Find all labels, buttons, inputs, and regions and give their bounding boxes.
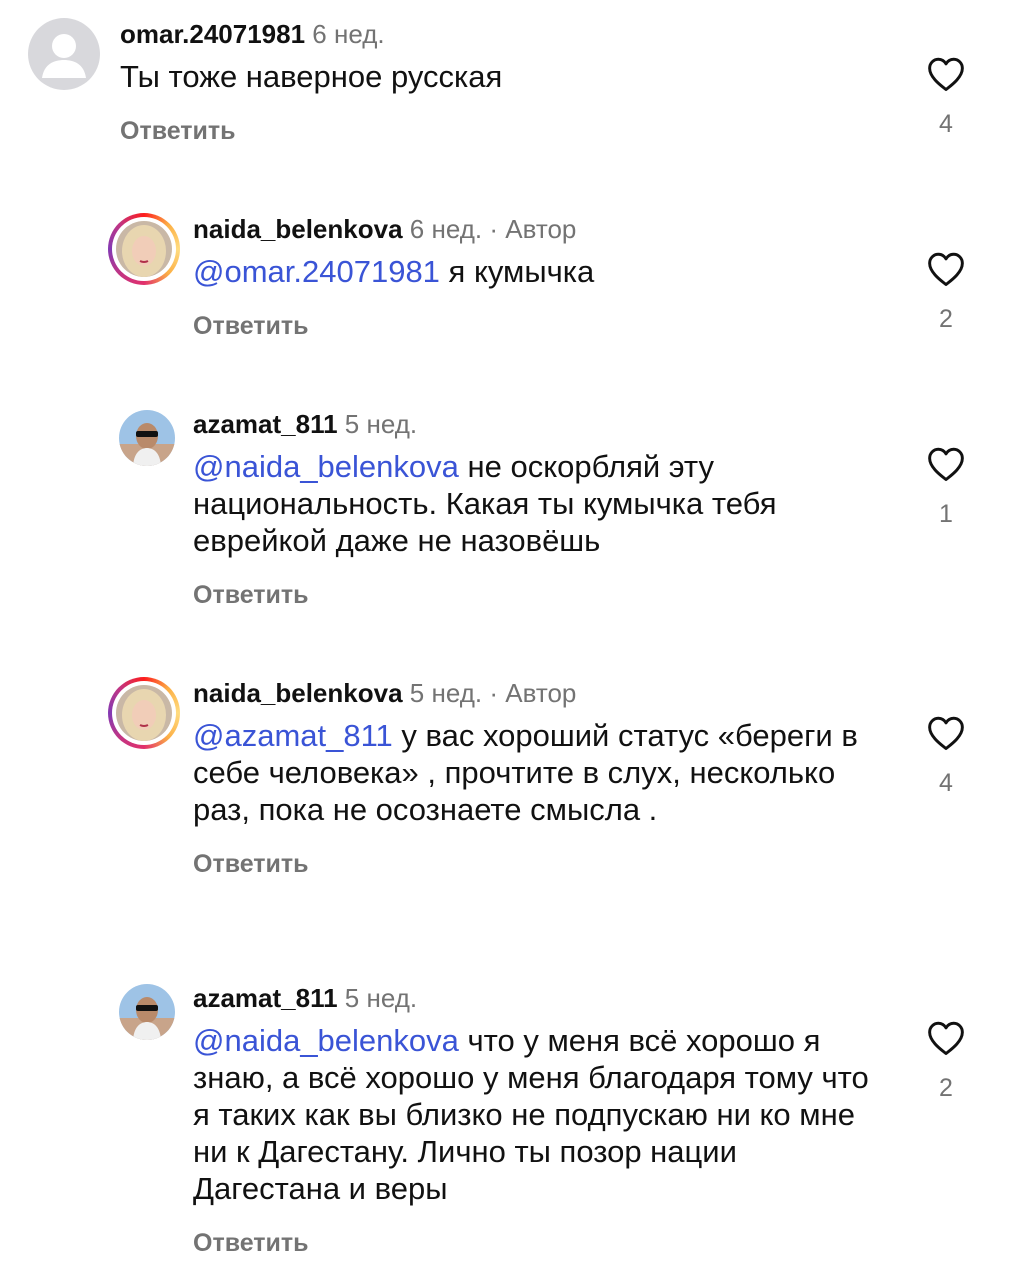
username[interactable]: omar.24071981 [120,19,305,49]
comment-body: naida_belenkova 5 нед. · Автор @azamat_8… [193,677,880,879]
comment-content: я кумычка [439,254,595,289]
comment-body: azamat_811 5 нед. @naida_belenkova что у… [193,982,880,1258]
heart-icon [928,252,964,287]
mention-link[interactable]: @omar.24071981 [193,254,440,289]
separator-dot: · [489,678,499,708]
comment-text: @azamat_811 у вас хороший статус «береги… [193,717,880,828]
timestamp: 5 нед. [344,983,418,1013]
username[interactable]: azamat_811 [193,409,338,439]
like-button[interactable]: 4 [925,56,967,139]
timestamp: 6 нед. [312,19,385,49]
default-avatar-icon [42,34,86,78]
comment-meta: azamat_811 5 нед. [193,982,880,1014]
like-count: 4 [939,769,953,797]
avatar[interactable] [28,18,100,90]
avatar[interactable] [108,677,180,749]
like-button[interactable]: 2 [925,1020,967,1103]
reply-button[interactable]: Ответить [120,117,880,146]
reply-button[interactable]: Ответить [193,581,880,610]
comment-text: @omar.24071981 я кумычка [193,253,880,290]
reply-button[interactable]: Ответить [193,312,880,341]
heart-icon [928,57,964,92]
like-button[interactable]: 1 [925,446,967,529]
username[interactable]: azamat_811 [193,983,338,1013]
comment-body: azamat_811 5 нед. @naida_belenkova не ос… [193,408,880,610]
comment-body: omar.24071981 6 нед. Ты тоже наверное ру… [120,18,880,146]
like-count: 4 [939,110,953,138]
like-count: 1 [939,500,953,528]
reply-button[interactable]: Ответить [193,850,880,879]
comment-content: Ты тоже наверное русская [120,59,503,94]
avatar[interactable] [108,213,180,285]
heart-icon [928,447,964,482]
mention-link[interactable]: @naida_belenkova [193,449,459,484]
timestamp: 5 нед. [409,678,483,708]
comment-meta: azamat_811 5 нед. [193,408,880,440]
avatar[interactable] [119,410,175,466]
reply-button[interactable]: Ответить [193,1229,880,1258]
avatar-photo [116,221,172,277]
avatar-photo [119,984,175,1040]
comment-meta: naida_belenkova 5 нед. · Автор [193,677,880,709]
heart-icon [928,716,964,751]
avatar-photo [116,685,172,741]
timestamp: 5 нед. [344,409,418,439]
username[interactable]: naida_belenkova [193,214,403,244]
like-button[interactable]: 2 [925,251,967,334]
like-button[interactable]: 4 [925,715,967,798]
mention-link[interactable]: @azamat_811 [193,718,393,753]
avatar[interactable] [119,984,175,1040]
comment-body: naida_belenkova 6 нед. · Автор @omar.240… [193,213,880,341]
heart-icon [928,1021,964,1056]
mention-link[interactable]: @naida_belenkova [193,1023,459,1058]
like-count: 2 [939,1074,953,1102]
timestamp: 6 нед. [409,214,483,244]
author-badge: Автор [505,678,577,708]
comment-text: Ты тоже наверное русская [120,58,880,95]
separator-dot: · [489,214,499,244]
avatar-photo [119,410,175,466]
comment-meta: omar.24071981 6 нед. [120,18,880,50]
like-count: 2 [939,305,953,333]
author-badge: Автор [505,214,577,244]
comment-text: @naida_belenkova что у меня всё хорошо я… [193,1022,880,1207]
comment-meta: naida_belenkova 6 нед. · Автор [193,213,880,245]
comment-text: @naida_belenkova не оскорбляй эту национ… [193,448,880,559]
username[interactable]: naida_belenkova [193,678,403,708]
